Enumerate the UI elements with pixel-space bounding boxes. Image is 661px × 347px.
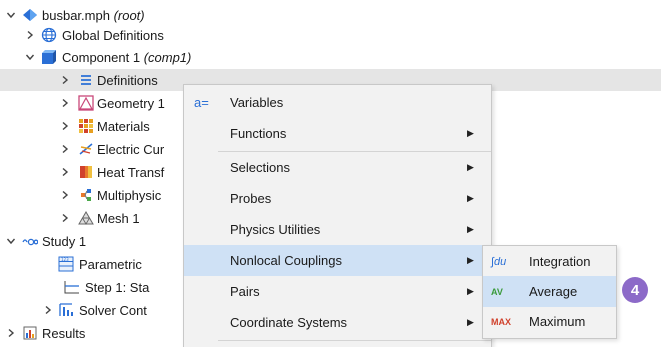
menu-item-selections[interactable]: Selections ▶ <box>184 152 491 183</box>
menu-item-physics-utilities[interactable]: Physics Utilities ▶ <box>184 214 491 245</box>
tree-node-label: Global Definitions <box>62 27 164 43</box>
menu-separator <box>218 340 491 341</box>
menu-item-nonlocal-couplings[interactable]: Nonlocal Couplings ▶ <box>184 245 491 276</box>
chevron-right-icon[interactable] <box>60 75 70 85</box>
menu-item-label: Variables <box>230 95 284 110</box>
materials-icon <box>78 118 94 134</box>
stationary-step-icon <box>64 279 80 295</box>
multiphysics-icon <box>78 187 94 203</box>
tree-node-label: Results <box>42 325 86 341</box>
tree-node-label: Parametric <box>79 256 142 272</box>
tree-node-label: Geometry 1 <box>97 95 165 111</box>
svg-text:123: 123 <box>61 257 69 262</box>
electric-currents-icon <box>78 141 94 157</box>
submenu-item-integration[interactable]: ∫du Integration <box>483 246 616 277</box>
parametric-sweep-icon: 123 <box>58 256 74 272</box>
chevron-right-icon[interactable] <box>60 213 70 223</box>
submenu-item-maximum[interactable]: MAX Maximum <box>483 306 616 337</box>
menu-item-probes[interactable]: Probes ▶ <box>184 183 491 214</box>
submenu-arrow-icon: ▶ <box>467 224 474 234</box>
menu-item-label: Functions <box>230 126 287 141</box>
menu-item-label: Pairs <box>230 284 260 299</box>
chevron-down-icon[interactable] <box>6 236 16 246</box>
tree-node-label: Materials <box>97 118 150 134</box>
model-file-icon <box>22 7 38 23</box>
menu-item-label: Physics Utilities <box>230 222 321 237</box>
tree-node-root[interactable]: busbar.mph (root) <box>0 4 661 26</box>
tree-node-component[interactable]: Component 1 (comp1) <box>0 46 661 68</box>
menu-item-coordinate-systems[interactable]: Coordinate Systems ▶ <box>184 307 491 338</box>
context-menu: a= Variables Functions ▶ Selections ▶ Pr… <box>183 84 492 347</box>
solver-icon <box>58 302 74 318</box>
tree-node-label: busbar.mph <box>42 7 110 23</box>
chevron-down-icon[interactable] <box>25 52 35 62</box>
submenu-item-average[interactable]: AV Average <box>483 276 616 307</box>
menu-item-label: Nonlocal Couplings <box>230 253 343 268</box>
chevron-right-icon[interactable] <box>60 167 70 177</box>
menu-item-functions[interactable]: Functions ▶ <box>184 118 491 149</box>
geometry-icon <box>78 95 94 111</box>
tree-node-label: Definitions <box>97 72 158 88</box>
submenu-arrow-icon: ▶ <box>467 128 474 138</box>
chevron-right-icon[interactable] <box>60 144 70 154</box>
submenu-item-label: Integration <box>529 254 591 269</box>
chevron-right-icon[interactable] <box>60 190 70 200</box>
tree-node-suffix: (comp1) <box>143 49 192 65</box>
chevron-right-icon[interactable] <box>60 98 70 108</box>
heat-transfer-icon <box>78 164 94 180</box>
submenu-arrow-icon: ▶ <box>467 317 474 327</box>
component-icon <box>41 49 57 65</box>
tree-node-label: Electric Cur <box>97 141 165 157</box>
menu-item-pairs[interactable]: Pairs ▶ <box>184 276 491 307</box>
submenu-arrow-icon: ▶ <box>467 255 474 265</box>
results-icon <box>22 325 38 341</box>
chevron-right-icon[interactable] <box>43 305 53 315</box>
tree-node-label: Heat Transf <box>97 164 165 180</box>
tree-node-label: Multiphysic <box>97 187 162 203</box>
tree-node-label: Solver Cont <box>79 302 147 318</box>
menu-item-label: Probes <box>230 191 272 206</box>
globe-icon <box>41 27 57 43</box>
chevron-right-icon[interactable] <box>25 30 35 40</box>
submenu-item-label: Maximum <box>529 314 586 329</box>
submenu-arrow-icon: ▶ <box>467 193 474 203</box>
average-icon: AV <box>491 286 503 297</box>
mesh-icon <box>78 210 94 226</box>
chevron-down-icon[interactable] <box>6 10 16 20</box>
menu-item-label: Coordinate Systems <box>230 315 348 330</box>
tree-node-label: Study 1 <box>42 233 87 249</box>
submenu-arrow-icon: ▶ <box>467 162 474 172</box>
submenu-arrow-icon: ▶ <box>467 286 474 296</box>
step-number-badge: 4 <box>622 277 648 303</box>
tree-node-label: Step 1: Sta <box>85 279 150 295</box>
definitions-icon <box>78 72 94 88</box>
tree-node-label: Component 1 <box>62 49 141 65</box>
tree-node-global-definitions[interactable]: Global Definitions <box>0 24 661 46</box>
chevron-right-icon[interactable] <box>6 328 16 338</box>
chevron-right-icon[interactable] <box>60 121 70 131</box>
menu-item-label: Selections <box>230 160 290 175</box>
maximum-icon: MAX <box>491 316 511 327</box>
study-icon <box>22 233 38 249</box>
tree-node-label: Mesh 1 <box>97 210 140 226</box>
menu-item-variables[interactable]: a= Variables <box>184 87 491 118</box>
integration-icon: ∫du <box>491 255 507 268</box>
submenu-item-label: Average <box>529 284 578 299</box>
tree-node-suffix: (root) <box>113 7 145 23</box>
variables-icon: a= <box>194 95 209 110</box>
nonlocal-couplings-submenu: ∫du Integration AV Average MAX Maximum <box>482 245 617 339</box>
